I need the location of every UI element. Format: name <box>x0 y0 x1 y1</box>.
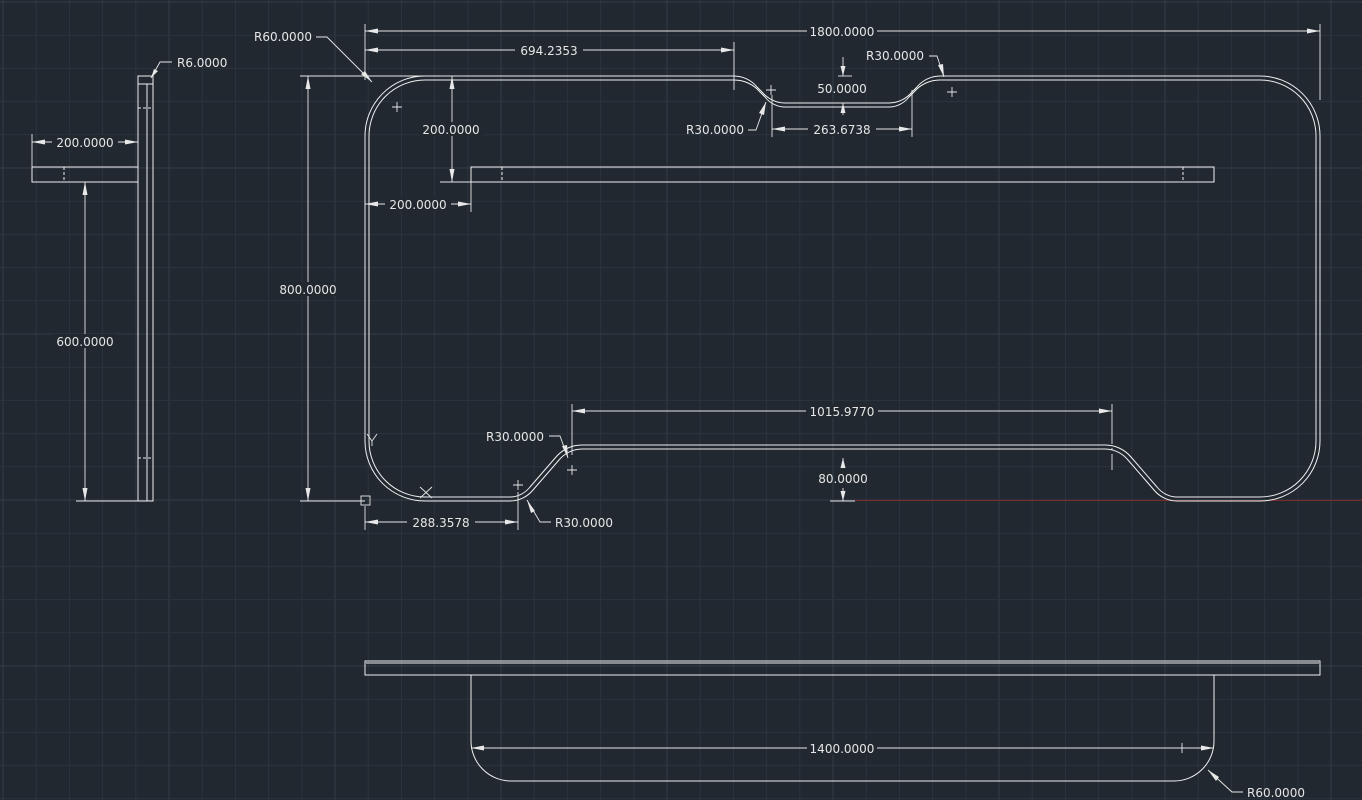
leader-text-bottom-upper-radius: R30.0000 <box>486 430 544 444</box>
dim-bottom-offset[interactable]: 288.3578 <box>364 492 519 530</box>
dim-text-upper-horizontal: 200.0000 <box>389 198 446 212</box>
dim-notch-depth[interactable]: 50.0000 <box>817 57 867 115</box>
dim-side-height[interactable]: 600.0000 <box>52 182 138 502</box>
dim-notch-width[interactable]: 263.6738 <box>771 90 913 137</box>
front-view[interactable] <box>364 660 1321 782</box>
dim-front-width[interactable]: 1400.0000 <box>471 741 1214 756</box>
leader-side-radius[interactable]: R6.0000 <box>150 56 227 79</box>
drawer-slot[interactable] <box>470 166 1215 183</box>
dim-text-bottom-depth: 80.0000 <box>818 472 868 486</box>
dim-upper-horizontal[interactable]: 200.0000 <box>365 182 472 212</box>
dim-total-height[interactable]: 800.0000 <box>276 75 425 502</box>
center-marks <box>392 85 957 490</box>
grid <box>0 0 1362 800</box>
leader-text-front-radius: R60.0000 <box>1247 786 1305 800</box>
dim-text-front-width: 1400.0000 <box>810 742 875 756</box>
dim-text-bottom-width: 1015.9770 <box>810 405 875 419</box>
leader-front-radius[interactable]: R60.0000 <box>1207 769 1305 800</box>
leader-bottom-lower-radius[interactable]: R30.0000 <box>526 499 613 530</box>
leader-text-top-left-radius: R60.0000 <box>254 30 312 44</box>
dim-upper-vertical[interactable]: 200.0000 <box>420 75 484 183</box>
dim-text-side-width: 200.0000 <box>56 136 113 150</box>
dim-text-total-height: 800.0000 <box>279 283 336 297</box>
dim-text-bottom-offset: 288.3578 <box>412 516 469 530</box>
dim-bottom-depth[interactable]: 80.0000 <box>818 458 868 502</box>
leader-notch-left-radius[interactable]: R30.0000 <box>686 101 767 137</box>
leader-text-bottom-lower-radius: R30.0000 <box>555 516 613 530</box>
drawing-canvas[interactable]: 1800.0000 694.2353 R60.0000 R30.0000 50.… <box>0 0 1362 800</box>
dim-side-width[interactable]: 200.0000 <box>31 134 138 167</box>
dim-text-notch-depth: 50.0000 <box>817 82 867 96</box>
dim-text-upper-vertical: 200.0000 <box>422 123 479 137</box>
leader-text-side-radius: R6.0000 <box>177 56 227 70</box>
dim-text-notch-width: 263.6738 <box>813 123 870 137</box>
dim-text-side-height: 600.0000 <box>56 335 113 349</box>
dim-top-offset[interactable]: 694.2353 <box>365 42 735 90</box>
leader-text-notch-left-radius: R30.0000 <box>686 123 744 137</box>
dim-bottom-width[interactable]: 1015.9770 <box>571 404 1113 470</box>
dim-text-overall-width: 1800.0000 <box>810 25 875 39</box>
leader-text-notch-right-radius: R30.0000 <box>866 49 924 63</box>
dim-text-top-offset: 694.2353 <box>520 44 577 58</box>
leader-top-left-radius[interactable]: R60.0000 <box>254 30 373 83</box>
leader-bottom-upper-radius[interactable]: R30.0000 <box>486 430 569 459</box>
